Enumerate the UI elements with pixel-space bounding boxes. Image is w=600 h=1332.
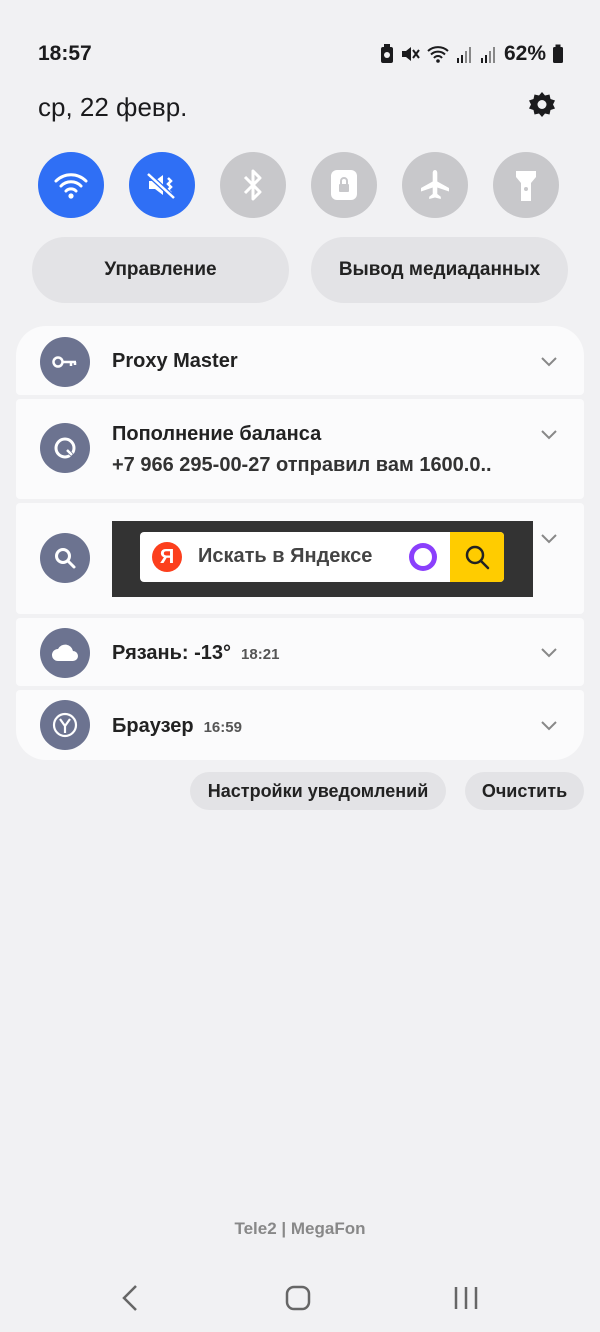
home-icon [285, 1285, 311, 1311]
signal-2-icon [480, 42, 498, 66]
bank-icon [40, 423, 90, 473]
settings-gear-icon[interactable] [526, 90, 558, 122]
notification-text: +7 966 295-00-27 отправил вам 1600.0.. [112, 454, 492, 476]
yandex-search-button[interactable] [450, 532, 504, 582]
date-label: ср, 22 февр. [38, 92, 188, 122]
media-output-button[interactable]: Вывод медиаданных [311, 237, 568, 303]
signal-1-icon [456, 42, 474, 66]
carrier-label: Tele2 | MegaFon [234, 1219, 366, 1238]
chevron-down-icon[interactable] [540, 352, 558, 370]
notification-title-row: Рязань: -13° 18:21 [112, 642, 279, 665]
cloud-icon [40, 628, 90, 678]
screen-lock-toggle[interactable] [311, 152, 377, 218]
notification-title: Пополнение баланса [112, 423, 322, 445]
search-icon [40, 533, 90, 583]
yandex-logo-icon: Я [152, 542, 182, 572]
flashlight-toggle[interactable] [493, 152, 559, 218]
bluetooth-icon [243, 169, 262, 201]
recents-icon [454, 1287, 478, 1309]
notification-yandex-search[interactable]: Я Искать в Яндексе [16, 503, 584, 614]
battery-icon [552, 42, 564, 66]
airplane-toggle[interactable] [402, 152, 468, 218]
device-control-button[interactable]: Управление [32, 237, 289, 303]
search-icon [465, 545, 490, 570]
browser-icon [40, 700, 90, 750]
chevron-down-icon[interactable] [540, 643, 558, 661]
wifi-icon [54, 173, 88, 199]
wifi-status-icon [426, 42, 450, 66]
notification-settings-button[interactable]: Настройки уведомлений [190, 772, 446, 810]
yandex-search-placeholder: Искать в Яндексе [198, 545, 373, 567]
battery-saver-icon [380, 42, 394, 66]
notification-balance[interactable]: Пополнение баланса +7 966 295-00-27 отпр… [16, 399, 584, 499]
notification-weather[interactable]: Рязань: -13° 18:21 [16, 618, 584, 686]
notification-title-row: Браузер 16:59 [112, 715, 242, 738]
mute-toggle[interactable] [129, 152, 195, 218]
notification-title: Proxy Master [112, 350, 238, 372]
notification-proxy-master[interactable]: Proxy Master [16, 326, 584, 395]
weather-title: Рязань: -13° [112, 642, 232, 664]
clear-button[interactable]: Очистить [465, 772, 584, 810]
status-bar: 18:57 62% [0, 0, 600, 80]
mute-icon [146, 172, 176, 200]
recents-button[interactable] [448, 1278, 484, 1318]
home-button[interactable] [280, 1278, 316, 1318]
key-icon [40, 337, 90, 387]
notification-time: 18:21 [241, 646, 280, 663]
browser-title: Браузер [112, 715, 194, 737]
status-time: 18:57 [38, 42, 92, 65]
chevron-down-icon[interactable] [540, 716, 558, 734]
quick-settings-row [38, 152, 560, 218]
mute-status-icon [400, 42, 420, 66]
back-button[interactable] [112, 1278, 148, 1318]
bluetooth-toggle[interactable] [220, 152, 286, 218]
notification-browser[interactable]: Браузер 16:59 [16, 690, 584, 760]
battery-percent: 62% [503, 42, 546, 65]
yandex-search-field[interactable]: Я Искать в Яндексе [140, 532, 504, 582]
lock-icon [331, 170, 357, 200]
alice-icon[interactable] [406, 540, 440, 574]
chevron-down-icon[interactable] [540, 425, 558, 443]
chevron-down-icon[interactable] [540, 529, 558, 547]
back-icon [122, 1285, 137, 1311]
wifi-toggle[interactable] [38, 152, 104, 218]
airplane-icon [421, 170, 449, 199]
notification-time: 16:59 [203, 719, 242, 736]
status-icons: 62% [380, 42, 564, 66]
yandex-search-widget: Я Искать в Яндексе [112, 521, 533, 597]
flashlight-icon [516, 171, 536, 201]
